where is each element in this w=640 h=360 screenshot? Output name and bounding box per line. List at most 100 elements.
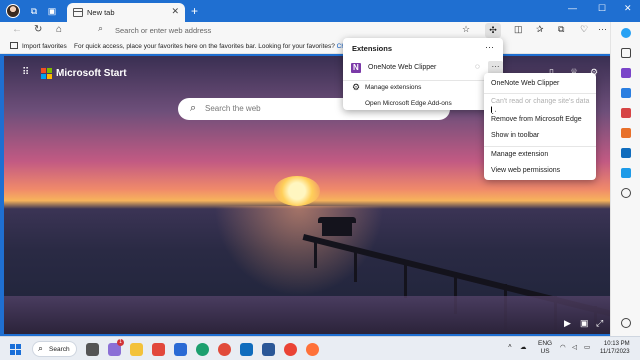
search-icon: ⌕ [38, 343, 44, 353]
tools-icon[interactable] [621, 68, 631, 78]
search-icon: ⌕ [190, 102, 197, 114]
extension-context-menu: OneNote Web Clipper Can't read or change… [484, 73, 596, 180]
pier-leg [314, 238, 317, 268]
extensions-button[interactable]: ✣ [485, 23, 501, 38]
shopping-icon[interactable] [621, 88, 631, 98]
onenote-icon [351, 63, 361, 73]
clock[interactable]: 10:13 PM 11/17/2023 [600, 340, 630, 356]
divider [484, 146, 596, 147]
chat-icon[interactable]: 1 [108, 339, 124, 356]
favorites-bar-message: For quick access, place your favorites h… [74, 43, 355, 50]
divider [484, 93, 596, 94]
extension-name: OneNote Web Clipper [368, 64, 437, 71]
drop-icon[interactable] [621, 168, 631, 178]
maximize-button[interactable]: ☐ [598, 3, 606, 14]
taskbar-search[interactable]: ⌕ Search [32, 341, 77, 357]
close-window-button[interactable]: ✕ [624, 3, 632, 14]
pier-leg [354, 248, 357, 282]
clock-time: 10:13 PM [603, 341, 630, 347]
taskbar: ⌕ Search 1 ˄ ☁ ENG US ◠ ◁ ▭ 10:13 PM 11/1… [0, 336, 640, 360]
app-icon[interactable] [152, 343, 165, 356]
web-search-placeholder: Search the web [205, 104, 261, 113]
menu-item-extension-name[interactable]: OneNote Web Clipper [491, 80, 559, 87]
outlook-icon[interactable] [621, 148, 631, 158]
tab-title: New tab [87, 8, 115, 17]
notification-badge: 1 [117, 339, 124, 346]
store-icon[interactable] [174, 343, 187, 356]
manage-extensions-icon: ⚙ [352, 82, 361, 92]
pier-leg [404, 260, 407, 298]
address-placeholder: Search or enter web address [115, 26, 212, 35]
volume-icon[interactable]: ◁ [572, 343, 577, 351]
puzzle-icon: ✣ [489, 25, 497, 35]
collections-icon[interactable]: ⧉ [558, 24, 564, 35]
battery-icon[interactable]: ▭ [584, 343, 590, 351]
refresh-icon[interactable]: ↻ [34, 24, 42, 35]
hide-eye-icon[interactable]: ◌ [475, 62, 480, 71]
edge-icon[interactable] [196, 343, 209, 356]
extensions-title: Extensions [352, 44, 393, 53]
shoreline [4, 296, 610, 334]
split-screen-icon[interactable]: ◫ [514, 24, 523, 35]
copilot-icon[interactable] [621, 28, 631, 38]
cloud-icon[interactable]: ☁ [520, 343, 527, 351]
task-view-icon[interactable] [86, 343, 99, 356]
manage-extensions-link[interactable]: Manage extensions [365, 84, 421, 91]
favorites-bar: Import favorites For quick access, place… [0, 39, 610, 54]
add-icon[interactable] [621, 188, 631, 198]
region-label: US [540, 348, 550, 355]
workspaces-icon[interactable]: ⧉ [28, 5, 40, 17]
word-icon[interactable] [262, 343, 275, 356]
chevron-up-icon[interactable]: ˄ [508, 343, 512, 350]
profile-avatar[interactable] [6, 4, 20, 18]
back-arrow-icon[interactable]: ← [12, 24, 22, 35]
favorites-icon[interactable]: ✰ [536, 24, 544, 35]
close-tab-icon[interactable]: ✕ [171, 6, 179, 17]
chrome-icon[interactable] [218, 343, 231, 356]
search-icon[interactable] [621, 48, 631, 58]
menu-item-manage-extension[interactable]: Manage extension [491, 151, 548, 158]
minimize-button[interactable]: — [568, 3, 577, 13]
new-tab-icon [73, 8, 83, 17]
sidebar-settings-icon[interactable] [621, 318, 631, 328]
home-icon[interactable]: ⌂ [56, 24, 62, 35]
menu-item-show-in-toolbar[interactable]: Show in toolbar [491, 132, 539, 139]
play-icon[interactable]: ▶ [564, 318, 571, 329]
extensions-panel: Extensions ··· OneNote Web Clipper ◌ ···… [343, 38, 503, 110]
menu-item-web-permissions[interactable]: View web permissions [491, 167, 560, 174]
brand-name: Microsoft Start [56, 68, 127, 79]
tab-new-tab[interactable]: New tab ✕ [67, 3, 185, 22]
taskbar-search-label: Search [49, 346, 70, 353]
clock-date: 11/17/2023 [600, 349, 630, 355]
pier-house [322, 222, 352, 236]
file-explorer-icon[interactable] [130, 343, 143, 356]
wifi-icon[interactable]: ◠ [560, 343, 566, 351]
menu-item-remove[interactable]: Remove from Microsoft Edge [491, 116, 582, 123]
favorite-star-icon[interactable]: ☆ [462, 24, 470, 35]
language-label: ENG [538, 340, 553, 347]
settings-more-icon[interactable]: ··· [598, 24, 607, 34]
search-icon: ⌕ [98, 23, 104, 33]
apps-grid-icon[interactable]: ⠿ [22, 68, 32, 78]
new-tab-button[interactable]: + [191, 4, 198, 18]
office-icon[interactable] [621, 128, 631, 138]
import-favorites-button[interactable]: Import favorites [22, 43, 67, 50]
extensions-more-button[interactable]: ··· [485, 42, 494, 52]
expand-icon[interactable]: ⤢ [596, 318, 603, 329]
windows-start-icon[interactable] [10, 344, 21, 355]
edge-addons-link[interactable]: Open Microsoft Edge Add-ons [365, 100, 452, 107]
tab-actions-icon[interactable]: ▣ [46, 5, 58, 17]
language-indicator[interactable]: ENG US [538, 340, 552, 356]
outlook-icon[interactable] [240, 343, 253, 356]
browser-essentials-icon[interactable]: ♡ [580, 24, 588, 35]
import-icon [10, 42, 18, 49]
divider [343, 80, 503, 81]
games-icon[interactable] [621, 108, 631, 118]
menu-item-site-access: Can't read or change site's data [491, 98, 590, 105]
wallpaper-icon[interactable]: ▣ [580, 318, 589, 329]
sunset-sun [274, 176, 320, 206]
extension-item-onenote[interactable]: OneNote Web Clipper ◌ ··· [347, 60, 503, 76]
address-bar[interactable]: ⌕ Search or enter web address [85, 23, 480, 38]
firefox-icon[interactable] [306, 343, 319, 356]
google-icon[interactable] [284, 343, 297, 356]
